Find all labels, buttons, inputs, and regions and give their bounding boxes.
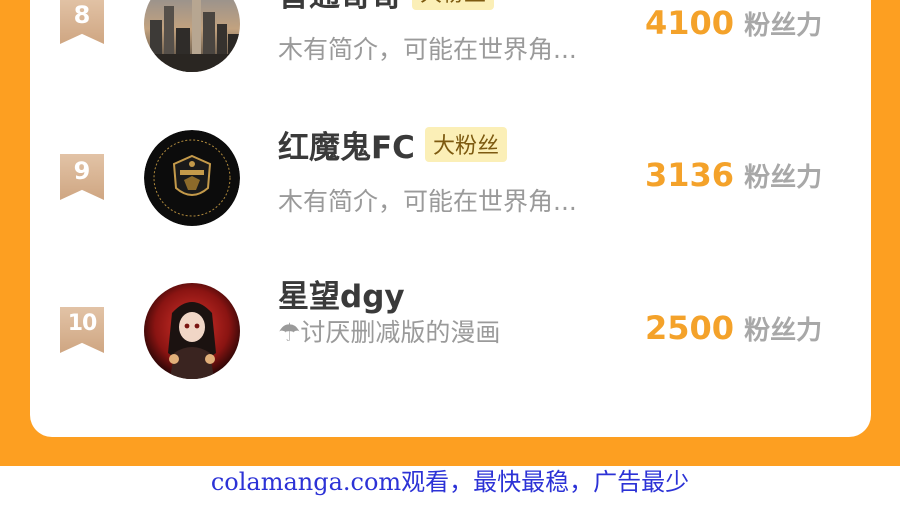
user-name[interactable]: 普通哥哥 <box>278 0 402 15</box>
rank-badge: 9 <box>60 154 104 200</box>
site-watermark-text: colamanga.com观看，最快最稳，广告最少 <box>210 468 690 496</box>
score-unit: 粉丝力 <box>744 11 823 41</box>
user-bio: ☂讨厌删减版的漫画 <box>278 318 501 347</box>
name-line: 星望dgy <box>278 271 405 316</box>
name-line: 普通哥哥 大粉丝 <box>278 0 495 15</box>
fan-level-tag: 大粉丝 <box>424 126 507 162</box>
user-bio: 木有简介，可能在世界角... <box>278 35 577 64</box>
score-value: 4100 <box>645 4 735 42</box>
fan-ranking-card: 8 木有简介，可能在世界角... 4100 粉丝力 9 红魔鬼FC 大粉丝 木有… <box>30 0 871 437</box>
score-value: 2500 <box>645 309 735 347</box>
user-name[interactable]: 红魔鬼FC <box>278 122 415 167</box>
user-name[interactable]: 星望dgy <box>278 271 405 316</box>
user-bio: 木有简介，可能在世界角... <box>278 187 577 216</box>
ranking-row[interactable]: 10 星望dgy ☂讨厌删减版的漫画 2500 粉丝力 <box>30 279 871 383</box>
rank-badge: 8 <box>60 0 104 44</box>
ranking-row[interactable]: 8 木有简介，可能在世界角... 4100 粉丝力 <box>30 0 871 80</box>
name-line: 红魔鬼FC 大粉丝 <box>278 122 507 167</box>
city-skyline-avatar[interactable] <box>144 0 240 72</box>
fan-level-tag: 大粉丝 <box>412 0 495 10</box>
fan-power-score: 2500 粉丝力 <box>645 309 822 347</box>
manchester-united-crest-avatar[interactable] <box>144 130 240 226</box>
fan-power-score: 4100 粉丝力 <box>645 4 822 42</box>
score-unit: 粉丝力 <box>744 316 823 346</box>
anime-girl-red-moon-avatar[interactable] <box>144 283 240 379</box>
rank-badge: 10 <box>60 307 104 353</box>
ranking-row[interactable]: 9 红魔鬼FC 大粉丝 木有简介，可能在世界角... 3136 粉丝力 <box>30 126 871 230</box>
fan-power-score: 3136 粉丝力 <box>645 156 822 194</box>
score-unit: 粉丝力 <box>744 163 823 193</box>
score-value: 3136 <box>645 156 735 194</box>
